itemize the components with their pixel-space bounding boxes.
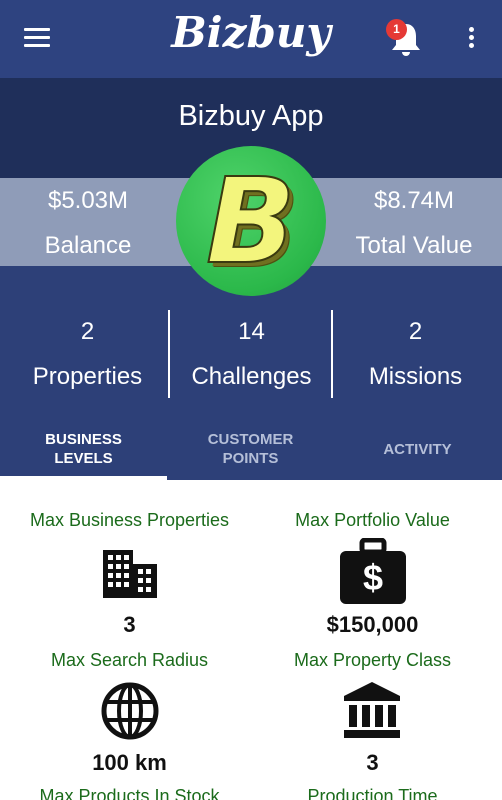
tab-activity[interactable]: ACTIVITY (334, 418, 501, 480)
logo-letter: B (205, 151, 297, 291)
total-value-label: Total Value (355, 232, 473, 259)
level-card: 3 (4, 612, 255, 638)
total-value-stat: $8.74M Total Value (326, 178, 502, 266)
bizbuy-logo: B (176, 146, 326, 296)
business-levels-panel: Max Business Properties 3 Max Portfolio … (0, 480, 502, 800)
divider (168, 310, 170, 398)
counts-row: 2 Properties 14 Challenges 2 Missions (0, 306, 502, 398)
level-card: Production Time (247, 786, 498, 800)
level-card: Max Products In Stock (4, 786, 255, 800)
tab-label: ACTIVITY (383, 440, 452, 458)
level-title: Max Products In Stock (39, 786, 220, 800)
bank-icon (344, 682, 400, 738)
challenges-count[interactable]: 14 Challenges (168, 306, 335, 398)
tab-bar: BUSINESS LEVELS CUSTOMER POINTS ACTIVITY (0, 418, 502, 480)
properties-number: 2 (80, 318, 95, 345)
level-card: 3 (247, 750, 498, 776)
level-value: $150,000 (326, 612, 419, 637)
level-title: Max Property Class (293, 650, 452, 670)
level-card: Max Portfolio Value (247, 510, 498, 531)
missions-count[interactable]: 2 Missions (332, 306, 499, 398)
level-title: Max Portfolio Value (295, 510, 450, 530)
balance-label: Balance (44, 232, 132, 259)
level-value: 3 (123, 612, 136, 637)
more-vert-icon[interactable] (466, 27, 476, 53)
level-card: Max Property Class (247, 650, 498, 671)
profile-header: Bizbuy App $5.03M Balance $8.74M Total V… (0, 78, 502, 480)
balance-value: $5.03M (47, 187, 129, 214)
tab-label: BUSINESS (45, 431, 122, 448)
divider (331, 310, 333, 398)
total-value-value: $8.74M (373, 187, 455, 214)
missions-label: Missions (368, 363, 463, 390)
level-title: Max Search Radius (50, 650, 209, 670)
level-value: 3 (366, 750, 379, 775)
level-card: Max Search Radius (4, 650, 255, 671)
level-value: 100 km (92, 750, 167, 775)
missions-number: 2 (408, 318, 423, 345)
properties-label: Properties (32, 363, 143, 390)
challenges-label: Challenges (191, 363, 312, 390)
tab-business-levels[interactable]: BUSINESS LEVELS (0, 418, 167, 480)
tab-label: POINTS (222, 450, 279, 467)
tab-customer-points[interactable]: CUSTOMER POINTS (167, 418, 334, 480)
app-logo: Bizbuy (171, 8, 331, 57)
level-title: Max Business Properties (29, 510, 230, 530)
globe-icon (101, 682, 159, 740)
level-title: Production Time (307, 786, 438, 800)
app-name: Bizbuy App (178, 100, 324, 132)
level-card: $150,000 (247, 612, 498, 638)
properties-count[interactable]: 2 Properties (4, 306, 171, 398)
money-bag-icon: $ (340, 538, 406, 604)
svg-text:$: $ (363, 557, 383, 598)
level-card: Max Business Properties (4, 510, 255, 531)
notification-badge: 1 (386, 19, 407, 40)
balance-stat: $5.03M Balance (0, 178, 176, 266)
challenges-number: 14 (238, 318, 265, 345)
app-bar: Bizbuy 1 (0, 0, 502, 78)
tab-label: CUSTOMER (207, 431, 294, 448)
building-icon (103, 550, 157, 598)
level-card: 100 km (4, 750, 255, 776)
tab-label: LEVELS (54, 450, 113, 467)
